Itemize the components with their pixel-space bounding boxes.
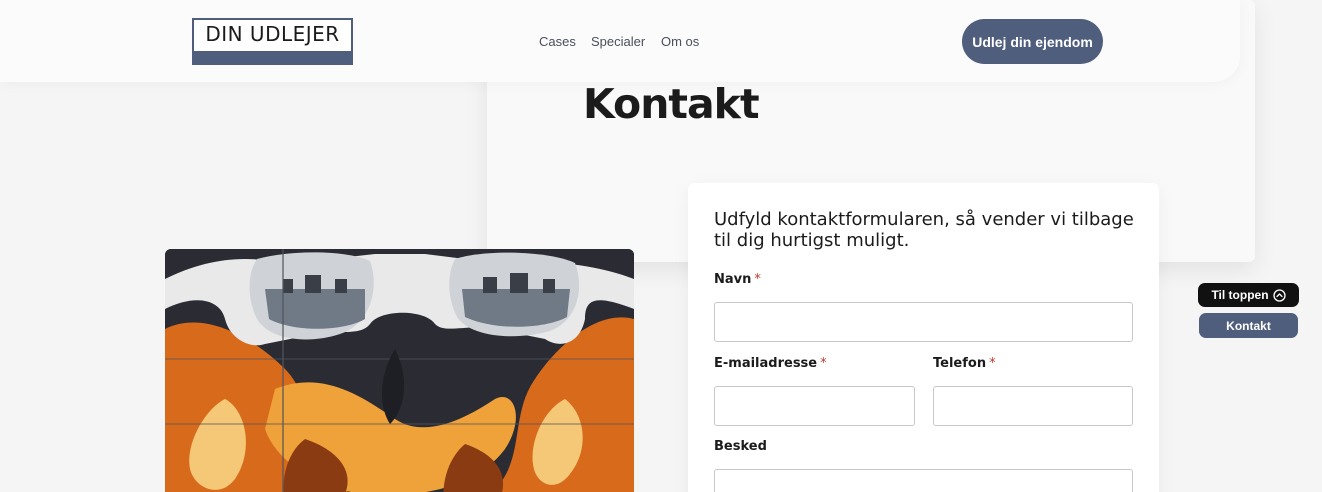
graffiti-photo: [165, 249, 634, 492]
back-to-top-button[interactable]: Til toppen: [1198, 283, 1299, 307]
logo-text: DIN UDLEJER: [205, 22, 340, 46]
email-label: E-mailadresse *: [714, 356, 827, 371]
message-label-text: Besked: [714, 439, 767, 454]
email-label-text: E-mailadresse: [714, 356, 818, 371]
required-marker: *: [989, 356, 996, 371]
logo-bar: [194, 51, 351, 63]
nav-link-specialer[interactable]: Specialer: [591, 34, 645, 49]
nav-link-om-os[interactable]: Om os: [661, 34, 699, 49]
required-marker: *: [754, 272, 761, 287]
page-title: Kontakt: [583, 80, 760, 128]
name-input[interactable]: [714, 302, 1133, 342]
chevron-up-circle-icon: [1272, 288, 1286, 302]
site-header: DIN UDLEJER Cases Specialer Om os Udlej …: [0, 0, 1240, 82]
phone-label-text: Telefon: [933, 356, 987, 371]
name-label-text: Navn: [714, 272, 752, 287]
back-to-top-label: Til toppen: [1211, 288, 1269, 302]
name-label: Navn *: [714, 272, 761, 287]
floating-contact-button[interactable]: Kontakt: [1199, 313, 1298, 338]
form-intro-text: Udfyld kontaktformularen, så vender vi t…: [714, 209, 1134, 251]
message-textarea[interactable]: [714, 469, 1133, 492]
email-input[interactable]: [714, 386, 915, 426]
graffiti-sunglasses-illustration: [165, 249, 634, 492]
nav-link-cases[interactable]: Cases: [539, 34, 576, 49]
phone-input[interactable]: [933, 386, 1133, 426]
phone-label: Telefon *: [933, 356, 996, 371]
logo[interactable]: DIN UDLEJER: [192, 18, 353, 65]
required-marker: *: [820, 356, 827, 371]
rent-property-button[interactable]: Udlej din ejendom: [962, 19, 1103, 64]
message-label: Besked: [714, 439, 767, 454]
